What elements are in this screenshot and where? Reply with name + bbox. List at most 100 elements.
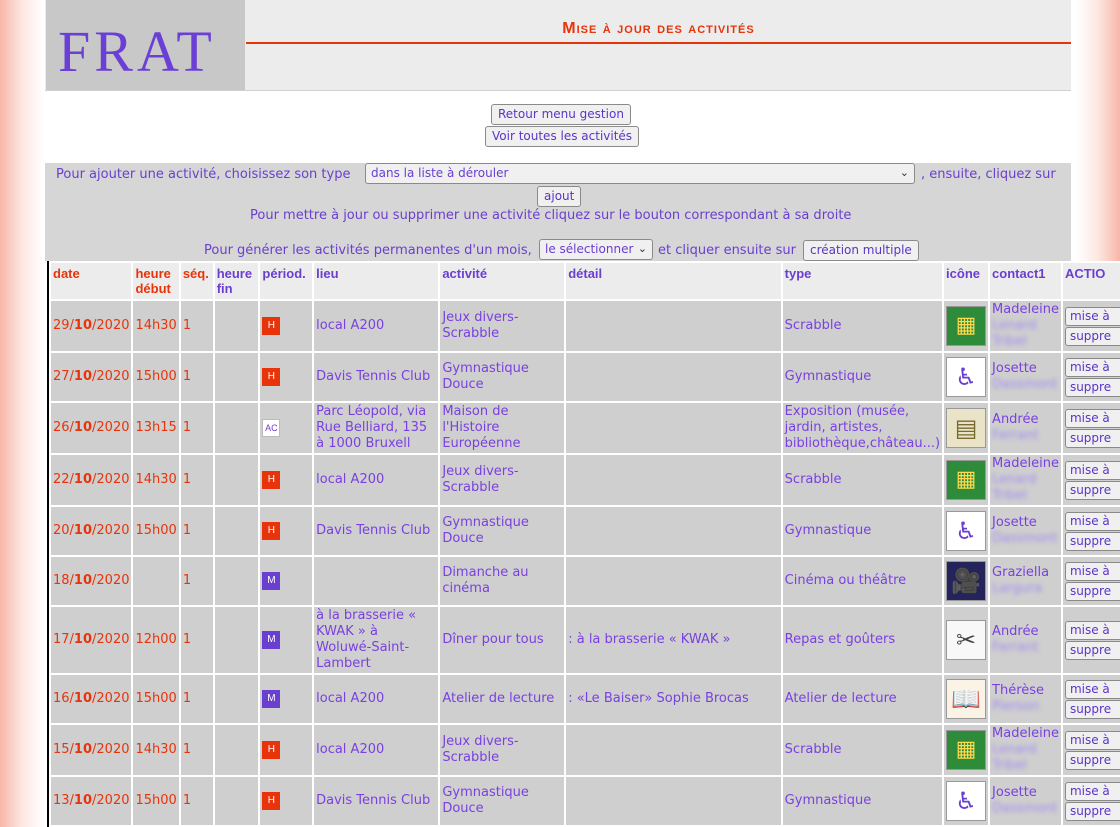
contact-surname: Largura [992, 581, 1043, 596]
activity-cell: Maison de l'Histoire Européenne [440, 403, 565, 453]
date-cell: 27/10/2020 [51, 353, 132, 401]
contact-name[interactable]: Madeleine [992, 726, 1059, 741]
start-time-cell: 14h30 [133, 725, 179, 775]
sequence-cell: 1 [180, 403, 213, 453]
icon-cell: ♿ [944, 777, 989, 825]
update-button[interactable]: mise à [1064, 679, 1120, 699]
update-button[interactable]: mise à [1064, 730, 1120, 750]
date-cell: 17/10/2020 [51, 607, 132, 673]
place-cell: local A200 [314, 455, 439, 505]
period-badge: H [262, 522, 281, 540]
update-button[interactable]: mise à [1064, 306, 1120, 326]
gymnastics-icon: ♿ [946, 781, 987, 821]
contact-cell: Josette Dassmont [990, 777, 1061, 825]
detail-cell: : «Le Baiser» Sophie Brocas [566, 675, 781, 723]
col-date: date [51, 263, 132, 299]
period-badge: H [262, 471, 281, 489]
icon-cell: 📖 [944, 675, 989, 723]
type-cell: Scrabble [782, 301, 943, 351]
table-row: 16/10/2020 15h00 1 Mlocal A200 Atelier de le… [51, 675, 1120, 723]
actions-cell: mise à suppre [1062, 675, 1120, 723]
chevron-down-icon: ⌄ [637, 242, 647, 255]
icon-cell: ✂ [944, 607, 989, 673]
multiple-creation-button[interactable]: création multiple [803, 240, 919, 261]
detail-cell [566, 557, 781, 605]
update-button[interactable]: mise à [1064, 460, 1120, 480]
delete-button[interactable]: suppre [1064, 581, 1120, 601]
contact-name[interactable]: Josette [992, 515, 1037, 530]
contact-name[interactable]: Josette [992, 361, 1037, 376]
type-cell: Scrabble [782, 725, 943, 775]
date-month: 10 [73, 691, 93, 706]
period-badge: M [262, 631, 281, 649]
type-cell: Repas et goûters [782, 607, 943, 673]
activity-type-select[interactable]: dans la liste à dérouler ⌄ [365, 163, 915, 184]
period-badge: AC [262, 419, 281, 437]
period-cell: H [260, 777, 313, 825]
contact-name[interactable]: Andrée [992, 624, 1038, 639]
back-to-menu-button[interactable]: Retour menu gestion [491, 104, 631, 125]
delete-button[interactable]: suppre [1064, 750, 1120, 770]
delete-button[interactable]: suppre [1064, 699, 1120, 719]
delete-button[interactable]: suppre [1064, 326, 1120, 346]
delete-button[interactable]: suppre [1064, 428, 1120, 448]
table-row: 22/10/2020 14h30 1 Hlocal A200 Jeux divers-S… [51, 455, 1120, 505]
delete-button[interactable]: suppre [1064, 531, 1120, 551]
add-button[interactable]: ajout [537, 186, 582, 207]
contact-name[interactable]: Josette [992, 785, 1037, 800]
activities-table: date heure début séq. heure fin périod. … [47, 261, 1120, 827]
start-time-cell: 12h00 [133, 607, 179, 673]
delete-button[interactable]: suppre [1064, 640, 1120, 660]
add-instructions: Pour ajouter une activité, choisissez so… [56, 167, 351, 182]
col-type: type [782, 263, 943, 299]
contact-cell: Madeleine Lenard Tribel [990, 455, 1061, 505]
update-button[interactable]: mise à [1064, 408, 1120, 428]
scrabble-icon: ▦ [946, 306, 987, 346]
period-cell: H [260, 507, 313, 555]
date-day: 17/ [53, 632, 74, 647]
detail-cell [566, 403, 781, 453]
icon-cell: ▦ [944, 455, 989, 505]
place-cell: local A200 [314, 725, 439, 775]
contact-name[interactable]: Madeleine [992, 456, 1059, 471]
date-cell: 16/10/2020 [51, 675, 132, 723]
contact-name[interactable]: Andrée [992, 412, 1038, 427]
place-cell: Davis Tennis Club [314, 507, 439, 555]
update-button[interactable]: mise à [1064, 781, 1120, 801]
detail-cell [566, 301, 781, 351]
start-time-cell [133, 557, 179, 605]
delete-button[interactable]: suppre [1064, 480, 1120, 500]
update-button[interactable]: mise à [1064, 511, 1120, 531]
contact-cell: Josette Dassmont [990, 507, 1061, 555]
activity-cell: Jeux divers-Scrabble [440, 725, 565, 775]
sequence-cell: 1 [180, 455, 213, 505]
table-row: 15/10/2020 14h30 1 Hlocal A200 Jeux divers-S… [51, 725, 1120, 775]
table-row: 29/10/2020 14h30 1 Hlocal A200 Jeux divers-S… [51, 301, 1120, 351]
period-badge: H [262, 741, 281, 759]
update-button[interactable]: mise à [1064, 620, 1120, 640]
start-time-cell: 15h00 [133, 675, 179, 723]
month-select[interactable]: le sélectionner ⌄ [539, 239, 653, 260]
contact-name[interactable]: Graziella [992, 565, 1049, 580]
col-start-time: heure début [133, 263, 179, 299]
date-month: 10 [73, 318, 93, 333]
sequence-cell: 1 [180, 607, 213, 673]
delete-button[interactable]: suppre [1064, 377, 1120, 397]
place-cell: Parc Léopold, via Rue Belliard, 135 à 10… [314, 403, 439, 453]
update-button[interactable]: mise à [1064, 561, 1120, 581]
view-all-activities-button[interactable]: Voir toutes les activités [485, 126, 640, 147]
period-cell: H [260, 725, 313, 775]
update-button[interactable]: mise à [1064, 357, 1120, 377]
contact-name[interactable]: Madeleine [992, 302, 1059, 317]
date-year: /2020 [92, 793, 130, 808]
logo-box: FRAT [46, 0, 245, 90]
date-cell: 13/10/2020 [51, 777, 132, 825]
icon-cell: 🎥 [944, 557, 989, 605]
contact-name[interactable]: Thérèse [992, 683, 1044, 698]
book-icon: 📖 [946, 679, 987, 719]
detail-cell: : à la brasserie « KWAK » [566, 607, 781, 673]
date-day: 22/ [53, 472, 74, 487]
delete-button[interactable]: suppre [1064, 801, 1120, 821]
date-year: /2020 [92, 472, 130, 487]
activity-cell: Jeux divers-Scrabble [440, 455, 565, 505]
